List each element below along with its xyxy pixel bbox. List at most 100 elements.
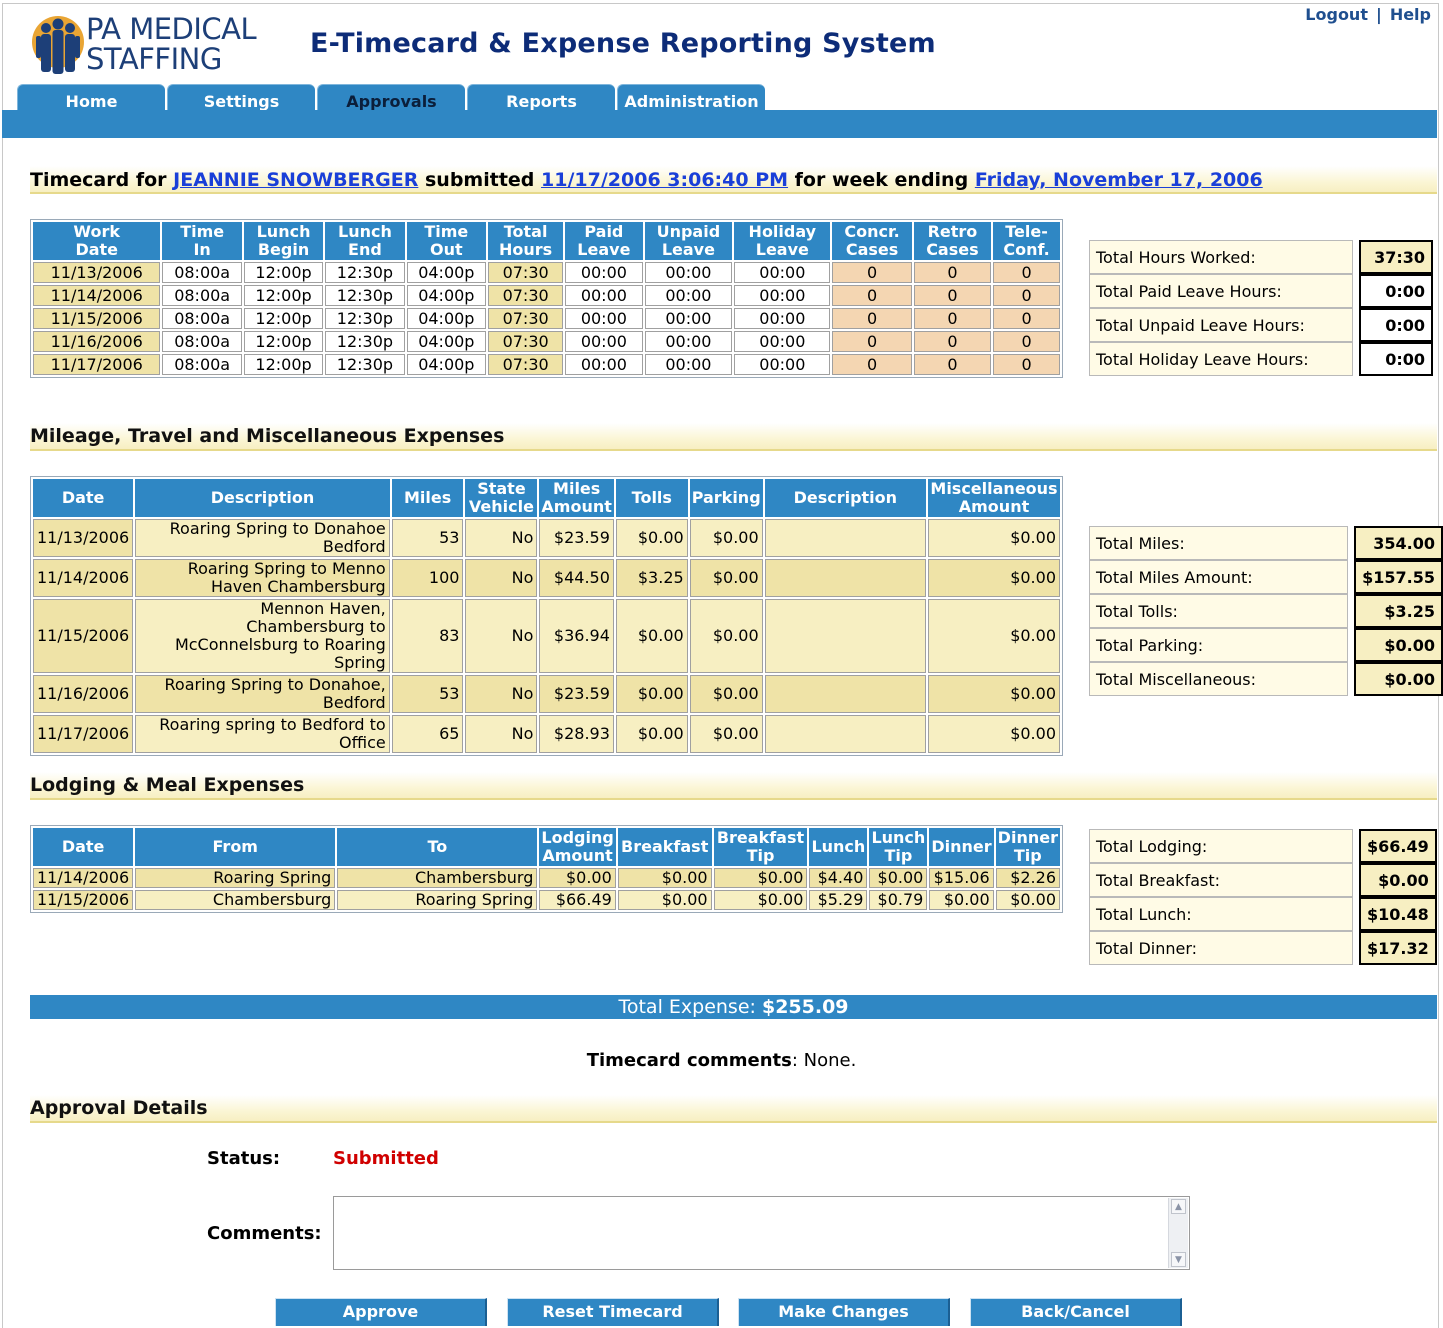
column-header: Parking (689, 479, 763, 517)
table-cell: 12:00p (243, 262, 324, 283)
column-header: Tele- Conf. (993, 222, 1060, 260)
table-cell: 0 (913, 331, 992, 352)
column-header-text: Amount (958, 497, 1030, 516)
total-row: Total Tolls: $3.25 (1089, 594, 1443, 628)
submitted-date-link[interactable]: 11/17/2006 3:06:40 PM (541, 169, 788, 191)
column-header-text: Cases (926, 240, 979, 259)
table-cell: 07:30 (488, 354, 564, 375)
table-cell: 00:00 (734, 354, 831, 375)
column-header: Dinner (929, 828, 994, 866)
table-cell (764, 559, 926, 597)
table-cell: 0 (832, 308, 912, 329)
total-row: Total Miles Amount: $157.55 (1089, 560, 1443, 594)
table-cell: $0.79 (869, 890, 928, 910)
total-label: Total Lunch: (1089, 897, 1353, 931)
make-changes-button[interactable]: Make Changes (738, 1298, 950, 1326)
table-cell: $0.00 (927, 715, 1060, 753)
column-header-text: Dinner (931, 837, 992, 856)
column-header: Description (135, 479, 390, 517)
table-cell: $0.00 (713, 890, 808, 910)
column-header: Total Hours (488, 222, 564, 260)
table-cell: Roaring Spring (135, 868, 336, 888)
table-cell: 00:00 (565, 354, 643, 375)
total-value: $157.55 (1354, 560, 1443, 594)
table-cell: 11/14/2006 (33, 868, 134, 888)
column-header-text: Begin (257, 240, 310, 259)
column-header-text: Lodging (541, 828, 614, 847)
column-header-text: Breakfast (716, 828, 805, 847)
scroll-down-icon[interactable]: ▼ (1171, 1252, 1186, 1267)
table-cell: 11/13/2006 (33, 519, 134, 557)
column-header: Time In (162, 222, 242, 260)
back-cancel-button[interactable]: Back/Cancel (970, 1298, 1182, 1326)
column-header-text: Miles (403, 488, 452, 507)
lodging-section-title: Lodging & Meal Expenses (30, 774, 305, 796)
table-cell: $28.93 (539, 715, 614, 753)
tab-reports[interactable]: Reports (467, 84, 615, 111)
total-row: Total Holiday Leave Hours: 0:00 (1089, 342, 1433, 376)
table-cell: $0.00 (689, 599, 763, 673)
table-row: 11/15/2006 Chambersburg Roaring Spring $66.… (33, 890, 1060, 910)
total-label: Total Miles: (1089, 526, 1349, 560)
total-value: 0:00 (1359, 308, 1433, 342)
top-links: Logout | Help (1305, 5, 1431, 24)
table-row: 11/15/2006 Mennon Haven, Chambersburg to … (33, 599, 1060, 673)
tab-home[interactable]: Home (17, 84, 165, 111)
column-header-text: Leave (755, 240, 809, 259)
table-cell: 04:00p (406, 285, 487, 306)
total-value: $3.25 (1354, 594, 1443, 628)
week-ending-link[interactable]: Friday, November 17, 2006 (975, 169, 1263, 191)
table-cell: 11/16/2006 (33, 675, 134, 713)
table-cell: 08:00a (162, 354, 242, 375)
table-cell: $0.00 (689, 715, 763, 753)
total-label: Total Parking: (1089, 628, 1349, 662)
tab-approvals[interactable]: Approvals (317, 84, 465, 111)
comments-textarea[interactable]: ▲ ▼ (333, 1196, 1190, 1270)
table-cell (764, 715, 926, 753)
tab-settings[interactable]: Settings (167, 84, 315, 111)
reset-timecard-button[interactable]: Reset Timecard (507, 1298, 719, 1326)
scroll-up-icon[interactable]: ▲ (1171, 1199, 1186, 1214)
brand-line-2: STAFFING (86, 42, 222, 76)
column-header: Miles Amount (539, 479, 614, 517)
column-header: From (135, 828, 336, 866)
column-header: Lunch Begin (243, 222, 324, 260)
comments-label: Comments: (207, 1223, 322, 1244)
column-header-text: Date (61, 488, 105, 507)
table-cell: 08:00a (162, 331, 242, 352)
table-cell: 07:30 (488, 262, 564, 283)
table-cell: $0.00 (713, 868, 808, 888)
comments-scrollbar[interactable]: ▲ ▼ (1168, 1198, 1188, 1268)
timecard-prefix: Timecard for (30, 169, 167, 191)
total-label: Total Miscellaneous: (1089, 662, 1349, 696)
employee-link[interactable]: JEANNIE SNOWBERGER (173, 169, 418, 191)
table-cell: 0 (993, 354, 1060, 375)
column-header-text: Miscellaneous (930, 479, 1058, 498)
column-header-text: To (427, 837, 448, 856)
table-cell: 11/15/2006 (33, 890, 134, 910)
table-cell: $4.40 (809, 868, 868, 888)
tab-administration[interactable]: Administration (617, 84, 765, 111)
total-label: Total Hours Worked: (1089, 240, 1353, 274)
column-header-text: Time (424, 222, 469, 241)
mileage-table: Date Description Miles State Vehicle Miles Amo… (30, 476, 1063, 756)
table-cell: 12:00p (243, 285, 324, 306)
table-cell: $0.00 (615, 675, 688, 713)
table-cell: Roaring Spring to Donahoe, Bedford (135, 675, 390, 713)
approve-button[interactable]: Approve (275, 1298, 487, 1326)
table-cell: 12:30p (325, 308, 405, 329)
total-expense-bar: Total Expense: $255.09 (30, 995, 1437, 1019)
table-cell: 12:00p (243, 354, 324, 375)
column-header: Holiday Leave (734, 222, 831, 260)
week-ending-label: for week ending (794, 169, 969, 191)
table-cell: $0.00 (689, 675, 763, 713)
logout-link[interactable]: Logout (1305, 5, 1368, 24)
help-link[interactable]: Help (1390, 5, 1431, 24)
column-header-text: Lunch (811, 837, 866, 856)
column-header: Retro Cases (913, 222, 992, 260)
timecard-comments: Timecard comments: None. (0, 1050, 1443, 1071)
staff-figures-icon (32, 16, 84, 74)
column-header: Paid Leave (565, 222, 643, 260)
table-cell: $36.94 (539, 599, 614, 673)
table-cell: 0 (993, 331, 1060, 352)
